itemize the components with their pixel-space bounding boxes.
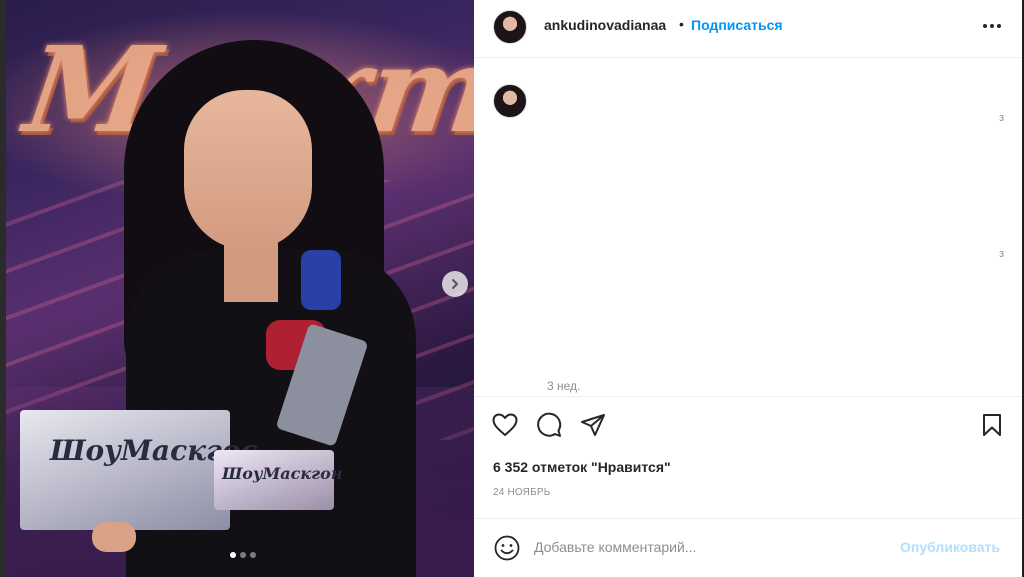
share-icon <box>581 414 605 436</box>
truncated-text-fragment: з <box>998 248 1004 260</box>
avatar[interactable] <box>493 10 527 44</box>
more-horizontal-icon <box>983 24 1001 28</box>
emoji-button[interactable] <box>493 534 521 562</box>
trophy-small: ШоуМаскгон <box>214 450 343 510</box>
post-modal: Маскто ШоуМаскгос ШоуМаскгон <box>0 0 1024 577</box>
comment-input[interactable] <box>534 535 894 559</box>
like-count[interactable]: 6 352 отметок "Нравится" <box>493 459 671 475</box>
save-button[interactable] <box>978 411 1006 439</box>
comment-button[interactable] <box>535 411 563 439</box>
carousel-next-button[interactable] <box>442 271 468 297</box>
post-date[interactable]: 24 НОЯБРЬ <box>493 487 551 498</box>
jacket-patch-blue <box>301 250 341 310</box>
header-separator: • <box>679 16 684 32</box>
emoji-icon <box>494 535 520 561</box>
post-header: ankudinovadianaa • Подписаться <box>474 0 1022 58</box>
bookmark-icon <box>983 414 1001 436</box>
truncated-text-fragment: з <box>998 112 1004 124</box>
add-comment-bar: Опубликовать <box>474 518 1022 577</box>
comment-icon <box>537 412 562 437</box>
carousel-indicator <box>230 552 256 558</box>
person-hand <box>92 522 136 552</box>
username-link[interactable]: ankudinovadianaa <box>544 17 666 33</box>
follow-button[interactable]: Подписаться <box>691 17 783 33</box>
carousel-dot <box>240 552 246 558</box>
publish-button[interactable]: Опубликовать <box>900 539 1000 555</box>
chevron-right-icon <box>452 279 458 289</box>
carousel-dot <box>250 552 256 558</box>
trophy-large: ШоуМаскгос <box>20 410 258 530</box>
trophy-small-label: ШоуМаскгон <box>222 464 343 483</box>
more-options-button[interactable] <box>980 16 1004 36</box>
heart-icon <box>492 413 518 436</box>
person-face <box>184 90 312 250</box>
caption-time-ago[interactable]: 3 нед. <box>547 379 580 393</box>
share-button[interactable] <box>579 411 607 439</box>
like-button[interactable] <box>491 411 519 439</box>
carousel-dot <box>230 552 236 558</box>
post-details-panel: ankudinovadianaa • Подписаться з з 3 нед… <box>474 0 1022 577</box>
post-photo[interactable]: Маскто ШоуМаскгос ШоуМаскгон <box>6 0 474 577</box>
caption-avatar[interactable] <box>493 84 527 118</box>
post-actions: 6 352 отметок "Нравится" 24 НОЯБРЬ <box>474 396 1022 518</box>
comments-area[interactable]: з з 3 нед. <box>474 59 1022 395</box>
